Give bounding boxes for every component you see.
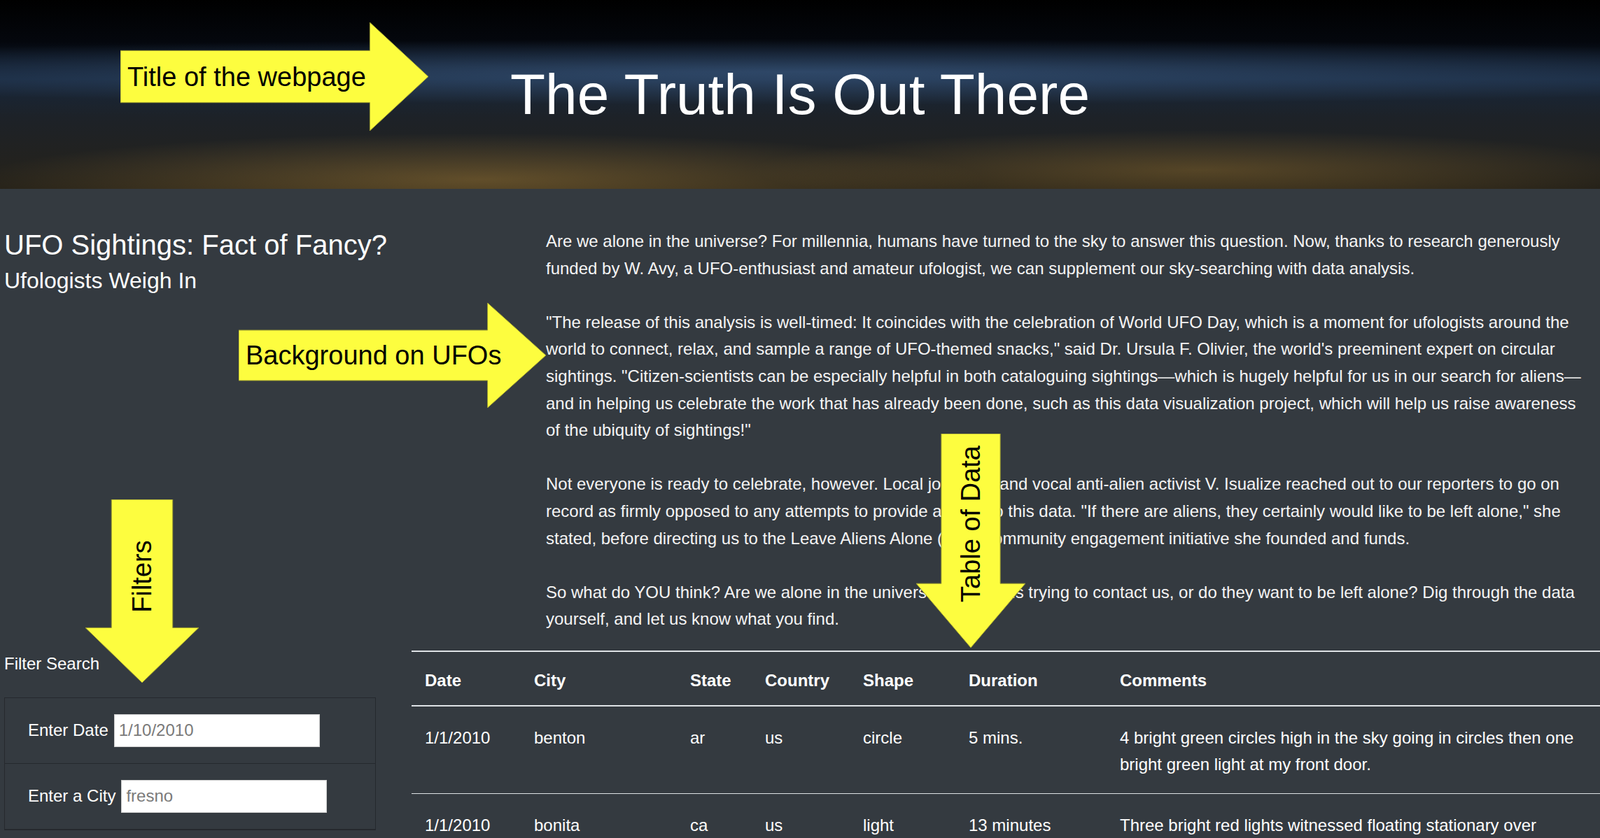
- table-cell: us: [751, 793, 850, 838]
- filter-input[interactable]: [114, 714, 320, 748]
- table-cell: ca: [676, 793, 752, 838]
- column-header: City: [520, 651, 677, 707]
- annotation-arrow: Table of Data: [916, 433, 1026, 649]
- table-cell: ar: [676, 706, 752, 795]
- annotation-label: Table of Data: [955, 445, 987, 603]
- table-row: 1/1/2010bentonaruscircle5 mins.4 bright …: [411, 706, 1600, 795]
- column-header: State: [676, 651, 752, 707]
- filter-title: Filter Search: [4, 650, 376, 675]
- annotation-label: Background on UFOs: [245, 340, 502, 371]
- table-cell: 5 mins.: [955, 706, 1107, 795]
- table-cell: 1/1/2010: [411, 706, 521, 795]
- page: The Truth Is Out There UFO Sightings: Fac…: [0, 0, 1600, 838]
- table-cell: 1/1/2010: [411, 793, 521, 838]
- article-paragraph: "The release of this analysis is well-ti…: [545, 309, 1595, 445]
- table-cell: circle: [849, 706, 956, 795]
- table-row: 1/1/2010bonitacauslight13 minutesThree b…: [411, 793, 1600, 838]
- table-cell: Three bright red lights witnessed floati…: [1106, 793, 1600, 838]
- filter-list: Enter Date Enter a City: [4, 697, 376, 831]
- article: Are we alone in the universe? For millen…: [533, 228, 1600, 634]
- intro-heading: UFO Sightings: Fact of Fancy? Ufologists …: [0, 228, 534, 634]
- table-cell: bonita: [520, 793, 677, 838]
- filter-input[interactable]: [121, 780, 327, 814]
- annotation-label: Filters: [126, 540, 158, 613]
- page-title: The Truth Is Out There: [510, 60, 1090, 129]
- filter-item: Enter Date: [4, 698, 376, 765]
- table-cell: light: [849, 793, 956, 838]
- table-cell: benton: [520, 706, 677, 795]
- annotation-arrow: Title of the webpage: [120, 22, 429, 131]
- data-row: Filter SearchEnter DateEnter a CityDateC…: [0, 650, 1600, 838]
- annotation-label: Title of the webpage: [127, 61, 367, 93]
- column-header: Country: [751, 651, 850, 707]
- article-paragraph: Are we alone in the universe? For millen…: [545, 228, 1595, 283]
- table-cell: 13 minutes: [955, 793, 1107, 838]
- filter-panel: Filter Search Enter Date Enter a City: [0, 650, 412, 838]
- article-paragraph: So what do YOU think? Are we alone in th…: [545, 579, 1595, 634]
- table-header-row: DateCityStateCountryShapeDurationComment…: [411, 651, 1600, 707]
- table-panel: DateCityStateCountryShapeDurationComment…: [411, 650, 1600, 838]
- column-header: Duration: [955, 651, 1107, 707]
- intro-subtitle: Ufologists Weigh In: [4, 267, 534, 294]
- annotation-arrow: Background on UFOs: [238, 303, 546, 409]
- filter-label: Enter Date: [27, 720, 109, 741]
- article-paragraph: Not everyone is ready to celebrate, howe…: [545, 471, 1595, 553]
- filter-label: Enter a City: [27, 786, 116, 807]
- column-header: Comments: [1106, 651, 1600, 707]
- column-header: Shape: [849, 651, 956, 707]
- ufo-table: DateCityStateCountryShapeDurationComment…: [411, 650, 1600, 838]
- intro-title: UFO Sightings: Fact of Fancy?: [4, 228, 534, 262]
- main-content: UFO Sightings: Fact of Fancy? Ufologists …: [0, 188, 1600, 838]
- table-cell: 4 bright green circles high in the sky g…: [1106, 706, 1600, 795]
- intro-row: UFO Sightings: Fact of Fancy? Ufologists …: [0, 228, 1600, 634]
- filter-item: Enter a City: [4, 764, 376, 831]
- table-cell: us: [751, 706, 850, 795]
- column-header: Date: [411, 651, 521, 707]
- annotation-arrow: Filters: [85, 499, 199, 684]
